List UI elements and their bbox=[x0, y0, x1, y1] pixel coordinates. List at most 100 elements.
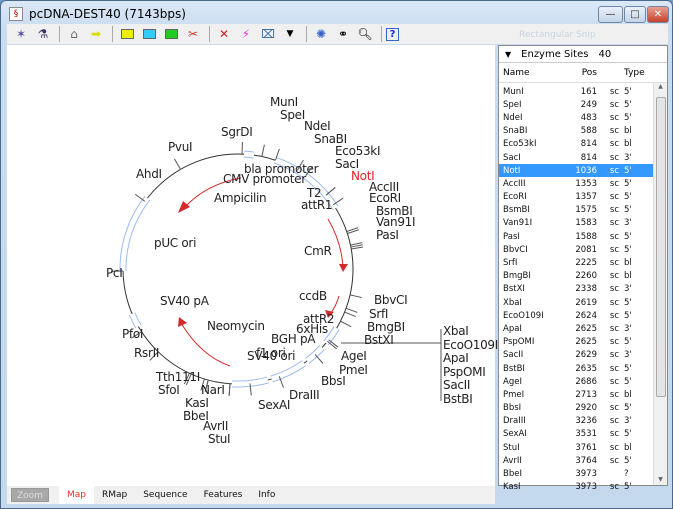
help-icon[interactable]: ? bbox=[386, 27, 399, 41]
enzyme-row[interactable]: EcoRI 1357 sc 5' bbox=[499, 191, 667, 204]
enzyme-label[interactable]: MunI bbox=[270, 95, 298, 109]
enzyme-label[interactable]: Eco53kI bbox=[335, 144, 380, 158]
enzyme-row[interactable]: SnaBI 588 sc bl bbox=[499, 125, 667, 138]
enzyme-label[interactable]: PasI bbox=[376, 228, 399, 242]
feature-label[interactable]: SV40 ori bbox=[247, 349, 295, 363]
feature-label[interactable]: ccdB bbox=[299, 289, 327, 303]
enzyme-row[interactable]: BstXI 2338 sc 3' bbox=[499, 283, 667, 296]
feature-label[interactable]: SV40 pA bbox=[160, 294, 209, 308]
enzyme-label[interactable]: DraIII bbox=[289, 388, 320, 402]
enzyme-row[interactable]: NdeI 483 sc 5' bbox=[499, 111, 667, 124]
enzyme-label[interactable]: SrfI bbox=[369, 307, 388, 321]
feature-label[interactable]: CMV promoter bbox=[223, 172, 306, 186]
cluster-enzyme-label[interactable]: ApaI bbox=[443, 351, 469, 365]
enzyme-label[interactable]: Van91I bbox=[376, 215, 416, 229]
enzyme-label[interactable]: SgrDI bbox=[221, 125, 253, 139]
feature-label[interactable]: Neomycin bbox=[207, 319, 265, 333]
enzyme-row[interactable]: XbaI 2619 sc 5' bbox=[499, 296, 667, 309]
enzyme-label[interactable]: AgeI bbox=[341, 349, 367, 363]
vertical-scrollbar[interactable]: ▲ ▼ bbox=[653, 83, 667, 485]
enzyme-label[interactable]: BbeI bbox=[183, 409, 209, 423]
enzyme-row[interactable]: KasI 3973 sc 5' bbox=[499, 481, 667, 494]
feature-label[interactable]: CmR bbox=[304, 244, 332, 258]
enzyme-row[interactable]: PmeI 2713 sc bl bbox=[499, 388, 667, 401]
binoculars-icon[interactable]: ⚭ bbox=[333, 25, 353, 43]
enzyme-label[interactable]: PcI bbox=[106, 266, 123, 280]
cluster-enzyme-label[interactable]: EcoO109I bbox=[443, 338, 498, 352]
enzyme-label[interactable]: SfoI bbox=[158, 383, 180, 397]
cluster-enzyme-label[interactable]: PspOMI bbox=[443, 365, 486, 379]
enzyme-label[interactable]: SexAI bbox=[258, 398, 290, 412]
enzyme-label[interactable]: PfoI bbox=[122, 327, 143, 341]
frame-icon[interactable]: ⌧ bbox=[258, 25, 278, 43]
enzyme-label[interactable]: StuI bbox=[208, 432, 231, 446]
tab-features[interactable]: Features bbox=[196, 486, 251, 504]
plasmid-map[interactable]: MunI SpeI NdeI SnaBI Eco53kI SacI NotI AccIII Ec… bbox=[7, 45, 498, 486]
enzyme-sites-header[interactable]: ▼ Enzyme Sites 40 bbox=[499, 46, 667, 63]
enzyme-row[interactable]: DraIII 3236 sc 3' bbox=[499, 415, 667, 428]
enzyme-row[interactable]: SpeI 249 sc 5' bbox=[499, 98, 667, 111]
collapse-icon[interactable]: ▼ bbox=[505, 50, 511, 59]
tab-rmap[interactable]: RMap bbox=[94, 486, 135, 504]
enzyme-row[interactable]: SacI 814 sc 3' bbox=[499, 151, 667, 164]
enzyme-label[interactable]: SpeI bbox=[280, 108, 305, 122]
map-green-icon[interactable] bbox=[161, 25, 181, 43]
cluster-enzyme-label[interactable]: XbaI bbox=[443, 324, 469, 338]
enzyme-label[interactable]: AhdI bbox=[136, 167, 162, 181]
enzyme-row[interactable]: StuI 3761 sc bl bbox=[499, 441, 667, 454]
feature-box[interactable] bbox=[129, 312, 141, 328]
close-button[interactable]: ✕ bbox=[647, 6, 669, 23]
feature-label[interactable]: pUC ori bbox=[154, 236, 196, 250]
tab-info[interactable]: Info bbox=[250, 486, 283, 504]
enzyme-row[interactable]: ApaI 2625 sc 3' bbox=[499, 322, 667, 335]
enzyme-row[interactable]: PspOMI 2625 sc 5' bbox=[499, 336, 667, 349]
enzyme-row[interactable]: NotI 1036 sc 5' bbox=[499, 164, 667, 178]
col-type[interactable]: Type bbox=[619, 68, 645, 78]
cluster-enzyme-label[interactable]: SacII bbox=[443, 378, 470, 392]
show-all-icon[interactable]: ✶ bbox=[11, 25, 31, 43]
enzyme-label[interactable]: NdeI bbox=[304, 119, 331, 133]
feature-label[interactable]: Ampicilin bbox=[214, 191, 267, 205]
forward-arrow-icon[interactable]: ➡ bbox=[86, 25, 106, 43]
find-icon[interactable]: 🔍︎ bbox=[355, 25, 375, 43]
enzyme-row[interactable]: SacII 2629 sc 3' bbox=[499, 349, 667, 362]
enzyme-icon[interactable]: ⚗ bbox=[33, 25, 53, 43]
feature-label[interactable]: attR1 bbox=[301, 198, 333, 212]
enzyme-label[interactable]: BstXI bbox=[364, 333, 394, 347]
minimize-button[interactable]: — bbox=[598, 6, 623, 23]
feature-box[interactable] bbox=[243, 151, 255, 158]
cluster-enzyme-label[interactable]: BstBI bbox=[443, 392, 473, 406]
enzyme-label[interactable]: PvuI bbox=[168, 140, 193, 154]
home-icon[interactable]: ⌂ bbox=[64, 25, 84, 43]
col-pos[interactable]: Pos bbox=[561, 68, 597, 78]
enzyme-row[interactable]: PasI 1588 sc 5' bbox=[499, 230, 667, 243]
enzyme-label[interactable]: BmgBI bbox=[367, 320, 405, 334]
feature-label[interactable]: BGH pA bbox=[271, 332, 315, 346]
enzyme-row[interactable]: BstBI 2635 sc 5' bbox=[499, 362, 667, 375]
enzyme-row[interactable]: BmgBI 2260 sc bl bbox=[499, 270, 667, 283]
enzyme-row[interactable]: Eco53kI 814 sc bl bbox=[499, 138, 667, 151]
enzyme-label[interactable]: BbvCI bbox=[374, 293, 408, 307]
enzyme-label[interactable]: BbsI bbox=[321, 374, 346, 388]
scroll-thumb[interactable] bbox=[656, 97, 666, 397]
marker-icon[interactable]: ⚡ bbox=[236, 25, 256, 43]
feature-box[interactable] bbox=[327, 331, 336, 340]
enzyme-label[interactable]: Tth111I bbox=[156, 370, 200, 384]
dropdown-icon[interactable]: ▼ bbox=[280, 25, 300, 43]
enzyme-row[interactable]: SexAI 3531 sc 5' bbox=[499, 428, 667, 441]
tab-map[interactable]: Map bbox=[58, 486, 94, 504]
enzyme-row[interactable]: Van91I 1583 sc 3' bbox=[499, 217, 667, 230]
col-name[interactable]: Name bbox=[499, 68, 561, 78]
zoom-button[interactable]: Zoom bbox=[11, 488, 49, 502]
enzyme-row[interactable]: BsmBI 1575 sc 5' bbox=[499, 204, 667, 217]
enzyme-label[interactable]: RsrII bbox=[134, 346, 159, 360]
enzyme-row[interactable]: MunI 161 sc 5' bbox=[499, 85, 667, 98]
enzyme-row[interactable]: BbsI 2920 sc 5' bbox=[499, 402, 667, 415]
enzyme-row[interactable]: AccIII 1353 sc 5' bbox=[499, 177, 667, 190]
enzyme-row[interactable]: AgeI 2686 sc 5' bbox=[499, 375, 667, 388]
enzyme-label[interactable]: KasI bbox=[185, 396, 209, 410]
enzyme-settings-icon[interactable]: ✺ bbox=[311, 25, 331, 43]
enzyme-row[interactable]: BbeI 3973? bbox=[499, 467, 667, 480]
enzyme-row[interactable]: SrfI 2225 sc bl bbox=[499, 256, 667, 269]
cut-icon[interactable]: ✂ bbox=[183, 25, 203, 43]
